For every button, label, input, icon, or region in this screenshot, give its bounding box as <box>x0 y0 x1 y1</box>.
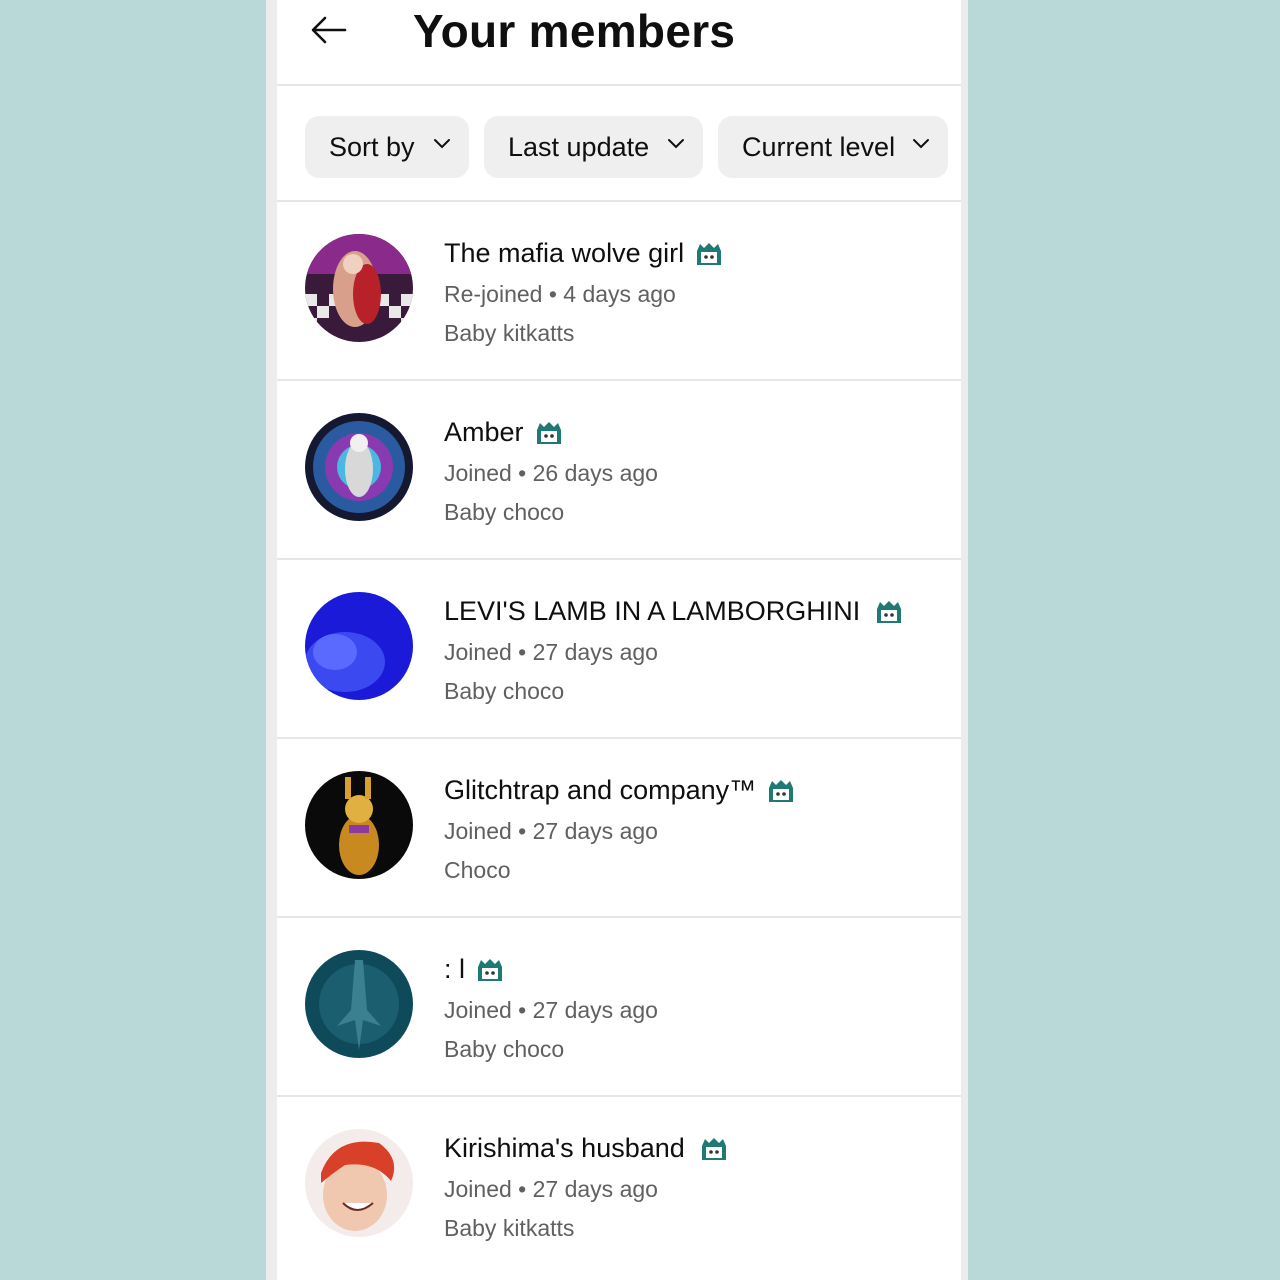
chevron-down-icon <box>434 139 450 149</box>
avatar <box>305 950 413 1058</box>
chevron-down-icon <box>668 139 684 149</box>
member-badge-icon <box>697 242 722 265</box>
separator: • <box>518 460 527 486</box>
member-join-info: Joined • 27 days ago <box>444 639 658 666</box>
app-header: Your members <box>277 0 961 86</box>
member-row[interactable]: The mafia wolve girl Re-joined • 4 days … <box>277 202 961 381</box>
sort-by-chip[interactable]: Sort by <box>305 116 469 178</box>
member-name-text: Amber <box>444 417 524 447</box>
member-name-text: : l <box>444 954 466 984</box>
member-badge-icon <box>877 600 902 623</box>
member-join-info: Joined • 27 days ago <box>444 997 658 1024</box>
join-time: 4 days ago <box>563 281 676 307</box>
back-button[interactable] <box>307 10 351 50</box>
member-row[interactable]: LEVI'S LAMB IN A LAMBORGHINI Joined • 27… <box>277 560 961 739</box>
member-row[interactable]: : l Joined • 27 days ago Baby choco <box>277 918 961 1097</box>
avatar <box>305 1129 413 1237</box>
member-join-info: Joined • 27 days ago <box>444 818 658 845</box>
member-level: Baby choco <box>444 678 565 704</box>
join-status: Joined <box>444 460 512 486</box>
join-status: Joined <box>444 997 512 1023</box>
member-name-text: Kirishima's husband <box>444 1133 685 1163</box>
separator: • <box>548 281 557 307</box>
current-level-chip[interactable]: Current level <box>718 116 948 178</box>
member-join-info: Joined • 26 days ago <box>444 460 658 487</box>
separator: • <box>518 1176 527 1202</box>
avatar <box>305 592 413 700</box>
member-badge-icon <box>701 1137 726 1160</box>
chip-label: Current level <box>742 131 896 162</box>
last-update-chip[interactable]: Last update <box>484 116 703 178</box>
separator: • <box>518 639 527 665</box>
separator: • <box>518 997 527 1023</box>
member-name-text: LEVI'S LAMB IN A LAMBORGHINI <box>444 596 861 626</box>
join-time: 27 days ago <box>532 639 658 665</box>
member-name: LEVI'S LAMB IN A LAMBORGHINI <box>444 596 904 627</box>
join-time: 27 days ago <box>532 1176 658 1202</box>
member-name: The mafia wolve girl <box>444 238 724 269</box>
member-name: : l <box>444 954 505 985</box>
join-time: 26 days ago <box>532 460 658 486</box>
member-badge-icon <box>769 779 794 802</box>
member-badge-icon <box>478 958 503 981</box>
join-time: 27 days ago <box>532 997 658 1023</box>
join-status: Joined <box>444 639 512 665</box>
member-level: Baby choco <box>444 499 565 525</box>
join-status: Joined <box>444 1176 512 1202</box>
member-name: Kirishima's husband <box>444 1133 729 1164</box>
member-row[interactable]: Amber Joined • 26 days ago Baby choco <box>277 381 961 560</box>
members-panel: Your members Sort by Last update Current… <box>277 0 961 1280</box>
join-time: 27 days ago <box>532 818 658 844</box>
separator: • <box>518 818 527 844</box>
member-level: Baby kitkatts <box>444 320 575 346</box>
avatar <box>305 413 413 521</box>
phone-frame: Your members Sort by Last update Current… <box>266 0 968 1280</box>
member-name-text: The mafia wolve girl <box>444 238 685 268</box>
member-row[interactable]: Glitchtrap and company™ Joined • 27 days… <box>277 739 961 918</box>
member-name: Glitchtrap and company™ <box>444 775 796 806</box>
member-badge-icon <box>536 421 561 444</box>
chip-label: Sort by <box>329 131 415 162</box>
page-title: Your members <box>413 5 736 57</box>
filter-bar: Sort by Last update Current level <box>277 86 961 202</box>
member-level: Choco <box>444 857 511 883</box>
member-name-text: Glitchtrap and company™ <box>444 775 757 805</box>
arrow-left-icon <box>311 16 347 44</box>
member-row[interactable]: Kirishima's husband Joined • 27 days ago… <box>277 1097 961 1274</box>
member-level: Baby choco <box>444 1036 565 1062</box>
join-status: Joined <box>444 818 512 844</box>
member-level: Baby kitkatts <box>444 1215 575 1241</box>
member-name: Amber <box>444 417 564 448</box>
chip-label: Last update <box>508 131 650 162</box>
avatar <box>305 234 413 342</box>
chevron-down-icon <box>913 139 929 149</box>
avatar <box>305 771 413 879</box>
member-join-info: Re-joined • 4 days ago <box>444 281 676 308</box>
member-join-info: Joined • 27 days ago <box>444 1176 658 1203</box>
join-status: Re-joined <box>444 281 543 307</box>
